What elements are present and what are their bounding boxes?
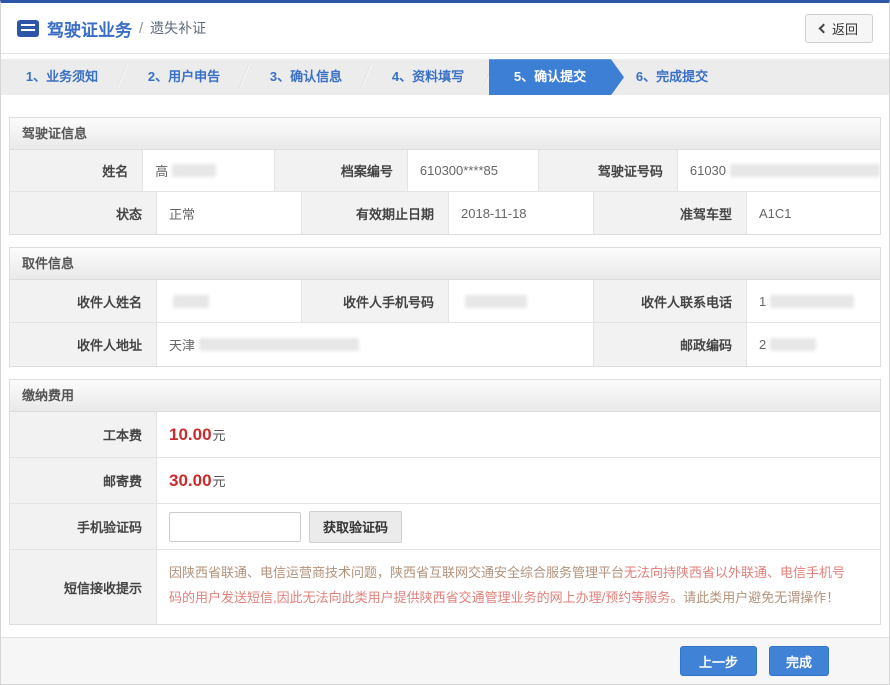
postcode-value: 2 (747, 323, 880, 366)
step-bar: 1、业务须知 2、用户申告 3、确认信息 4、资料填写 5、确认提交 6、完成提… (1, 59, 889, 95)
redacted-text (770, 295, 854, 308)
chevron-left-icon (819, 23, 829, 33)
footer-bar: 上一步 完成 (1, 637, 889, 684)
table-row: 邮寄费 30.00 元 (10, 458, 880, 504)
page-header: 驾驶证业务 / 遗失补证 返回 (1, 3, 889, 54)
step-6-finish-submit[interactable]: 6、完成提交 (611, 59, 733, 95)
section-title-fees: 缴纳费用 (10, 380, 880, 412)
redacted-text (465, 295, 527, 308)
table-row: 工本费 10.00 元 (10, 412, 880, 458)
captcha-cell: 获取验证码 (157, 504, 880, 549)
table-row: 状态 正常 有效期止日期 2018-11-18 准驾车型 A1C1 (10, 192, 880, 234)
recipient-phone-label: 收件人联系电话 (594, 280, 747, 322)
step-2-declaration[interactable]: 2、用户申告 (123, 59, 245, 95)
recipient-address-label: 收件人地址 (10, 323, 157, 366)
step-5-confirm-submit[interactable]: 5、确认提交 (489, 59, 624, 95)
status-label: 状态 (10, 192, 157, 234)
main-content: 驾驶证信息 姓名 高 档案编号 610300****85 驾驶证号码 61030… (1, 95, 889, 637)
section-pickup-info: 取件信息 收件人姓名 收件人手机号码 收件人联系电话 1 收件人地址 天津 (9, 247, 881, 367)
recipient-mobile-label: 收件人手机号码 (302, 280, 449, 322)
name-label: 姓名 (10, 150, 143, 191)
status-value: 正常 (157, 192, 302, 234)
mail-fee-label: 邮寄费 (10, 458, 157, 503)
license-no-value: 61030 (678, 150, 880, 191)
table-row: 姓名 高 档案编号 610300****85 驾驶证号码 61030 (10, 150, 880, 192)
expiry-value: 2018-11-18 (449, 192, 594, 234)
redacted-text (730, 164, 880, 177)
redacted-text (173, 295, 209, 308)
finish-button[interactable]: 完成 (769, 646, 829, 676)
redacted-text (199, 338, 359, 351)
captcha-input[interactable] (169, 512, 301, 542)
section-title-license: 驾驶证信息 (10, 118, 880, 150)
mail-fee-value: 30.00 元 (157, 458, 880, 503)
recipient-name-label: 收件人姓名 (10, 280, 157, 322)
fee-unit: 元 (213, 471, 226, 490)
table-row: 收件人地址 天津 邮政编码 2 (10, 323, 880, 366)
redacted-text (770, 338, 816, 351)
production-fee-value: 10.00 元 (157, 412, 880, 457)
section-license-info: 驾驶证信息 姓名 高 档案编号 610300****85 驾驶证号码 61030… (9, 117, 881, 235)
section-fees: 缴纳费用 工本费 10.00 元 邮寄费 30.00 元 手机验证码 (9, 379, 881, 625)
sms-notice-label: 短信接收提示 (10, 550, 157, 624)
vehicle-type-value: A1C1 (747, 192, 880, 234)
recipient-name-value (157, 280, 302, 322)
file-no-label: 档案编号 (275, 150, 408, 191)
breadcrumb-current: 遗失补证 (150, 18, 206, 38)
table-row: 手机验证码 获取验证码 (10, 504, 880, 550)
step-3-confirm-info[interactable]: 3、确认信息 (245, 59, 367, 95)
license-no-label: 驾驶证号码 (539, 150, 678, 191)
back-button[interactable]: 返回 (805, 14, 873, 43)
breadcrumb-separator: / (139, 20, 143, 37)
page: 驾驶证业务 / 遗失补证 返回 1、业务须知 2、用户申告 3、确认信息 4、资… (0, 0, 890, 685)
step-4-fill-data[interactable]: 4、资料填写 (367, 59, 489, 95)
expiry-label: 有效期止日期 (302, 192, 449, 234)
step-1-notice[interactable]: 1、业务须知 (1, 59, 123, 95)
page-title: 驾驶证业务 (47, 16, 132, 41)
file-no-value: 610300****85 (408, 150, 539, 191)
back-button-label: 返回 (832, 19, 858, 38)
get-captcha-button[interactable]: 获取验证码 (309, 511, 402, 543)
previous-step-button[interactable]: 上一步 (680, 646, 757, 676)
recipient-phone-value: 1 (747, 280, 880, 322)
production-fee-label: 工本费 (10, 412, 157, 457)
fee-unit: 元 (213, 425, 226, 444)
recipient-address-value: 天津 (157, 323, 594, 366)
step-bar-filler (733, 59, 889, 95)
captcha-label: 手机验证码 (10, 504, 157, 549)
redacted-text (172, 164, 216, 177)
table-row: 短信接收提示 因陕西省联通、电信运营商技术问题，陕西省互联网交通安全综合服务管理… (10, 550, 880, 624)
postcode-label: 邮政编码 (594, 323, 747, 366)
recipient-mobile-value (449, 280, 594, 322)
name-value: 高 (143, 150, 274, 191)
sms-notice-text: 因陕西省联通、电信运营商技术问题，陕西省互联网交通安全综合服务管理平台无法向持陕… (157, 550, 880, 624)
table-row: 收件人姓名 收件人手机号码 收件人联系电话 1 (10, 280, 880, 323)
section-title-pickup: 取件信息 (10, 248, 880, 280)
vehicle-type-label: 准驾车型 (594, 192, 747, 234)
list-icon (17, 20, 39, 37)
